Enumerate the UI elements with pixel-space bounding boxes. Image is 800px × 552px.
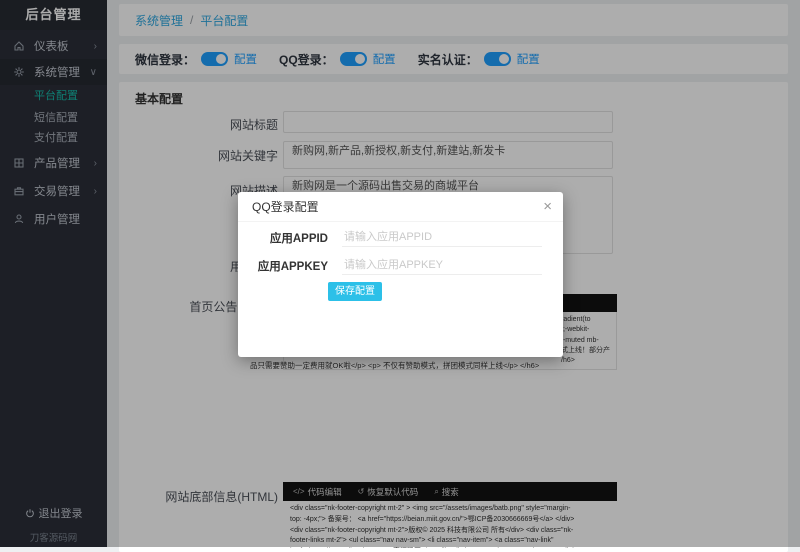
appid-label: 应用APPID <box>269 232 328 245</box>
save-config-button[interactable]: 保存配置 <box>328 282 382 301</box>
code-line: href="https://www.dkewl.com">刀客源码网</a> <… <box>290 547 618 548</box>
close-icon[interactable]: × <box>543 198 552 216</box>
modal-title: QQ登录配置 <box>238 192 563 222</box>
appid-field-row: 应用APPID <box>238 228 542 247</box>
appkey-label: 应用APPKEY <box>257 260 328 273</box>
admin-page: 后台管理 仪表板 › 系统管理 ∨ 平台配置 短信配置 支付配置 产品管理 › <box>0 0 800 552</box>
appkey-field-row: 应用APPKEY <box>238 256 542 275</box>
appid-input[interactable] <box>342 228 542 247</box>
qq-login-config-modal: QQ登录配置 × 应用APPID 应用APPKEY 保存配置 <box>238 192 563 357</box>
appkey-input[interactable] <box>342 256 542 275</box>
